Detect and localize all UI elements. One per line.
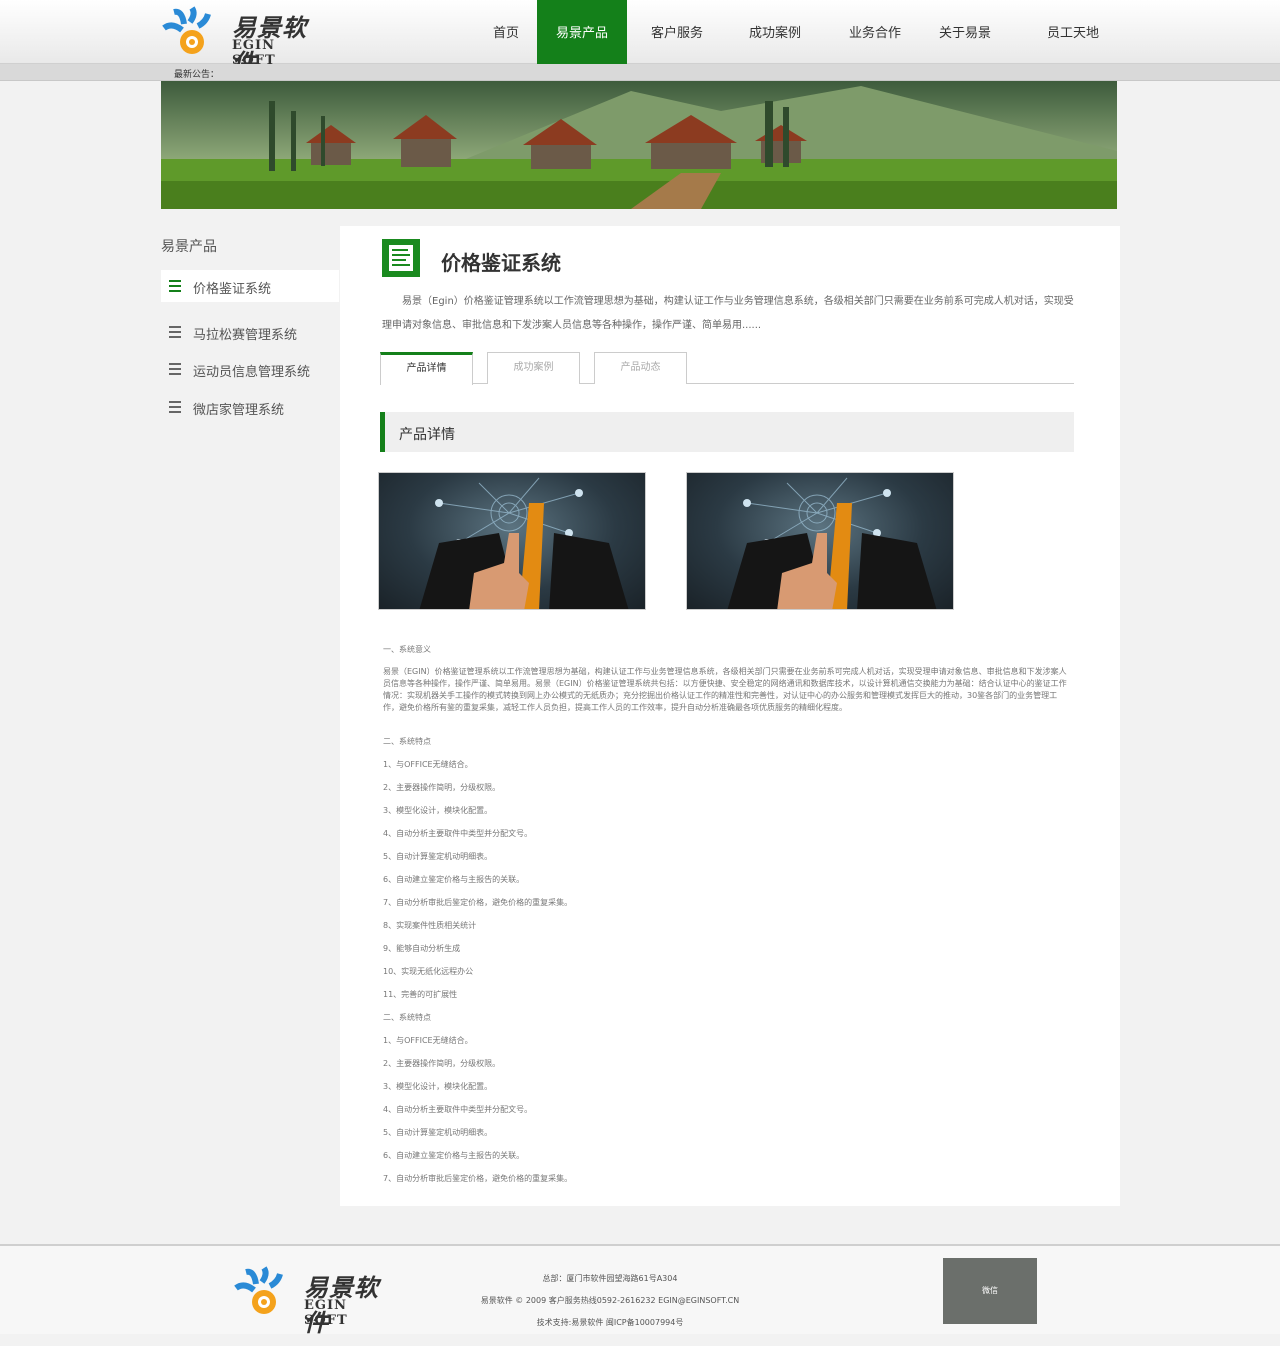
product-intro: 易景（Egin）价格鉴证管理系统以工作流管理思想为基础，构建认证工作与业务管理信…: [382, 296, 1074, 331]
nav-about[interactable]: 关于易景: [928, 0, 1002, 64]
list-item: 10、实现无纸化远程办公: [383, 967, 474, 976]
sidebar-item-label: 价格鉴证系统: [193, 282, 272, 297]
nav-cases[interactable]: 成功案例: [738, 0, 812, 64]
sidebar-item-microstore[interactable]: 微店家管理系统: [161, 391, 339, 423]
notice-label: 最新公告：: [174, 70, 220, 80]
section-header: 产品详情: [380, 412, 1074, 452]
body-heading: 一、系统意义: [383, 645, 431, 654]
sidebar-item-athlete[interactable]: 运动员信息管理系统: [161, 353, 339, 385]
list-item: 8、实现案件性质相关统计: [383, 921, 477, 930]
logo-text-en: EGIN SOFT: [304, 1298, 348, 1328]
list-item: 3、模型化设计，模块化配置。: [383, 806, 493, 815]
nav-cooperation[interactable]: 业务合作: [838, 0, 912, 64]
list-item: 1、与OFFICE无缝结合。: [383, 1036, 473, 1045]
list-icon: [169, 326, 181, 338]
wechat-qr[interactable]: 微信: [943, 1258, 1037, 1324]
footer-contact: 易景软件 © 2009 客户服务热线0592-2616232 EGIN@EGIN…: [480, 1296, 740, 1305]
notice-bar: 最新公告：: [0, 64, 1280, 81]
footer-logo[interactable]: 易景软件 EGIN SOFT: [232, 1266, 392, 1337]
logo-sun-icon: [234, 1266, 283, 1314]
logo-sun-icon: [162, 6, 211, 54]
list-icon: [169, 280, 181, 292]
site-header: 易景软件 EGIN SOFT 首页 易景产品 客户服务 成功案例 业务合作 关于…: [0, 0, 1280, 77]
list-item: 11、完善的可扩展性: [383, 990, 458, 999]
list-item: 4、自动分析主要取件中类型并分配文号。: [383, 829, 533, 838]
tab-success-cases[interactable]: 成功案例: [487, 352, 580, 384]
sidebar-item-marathon[interactable]: 马拉松赛管理系统: [161, 316, 339, 348]
document-icon: [382, 239, 420, 277]
list-item: 9、能够自动分析生成: [383, 944, 461, 953]
sidebar-title: 易景产品: [161, 239, 217, 255]
list-item: 2、主要器操作简明，分级权限。: [383, 783, 501, 792]
sidebar-item-label: 微店家管理系统: [193, 403, 285, 418]
banner-landscape-image: [161, 81, 1117, 209]
list-item: 1、与OFFICE无缝结合。: [383, 760, 473, 769]
list-item: 3、模型化设计，模块化配置。: [383, 1082, 493, 1091]
product-tabs: 产品详情 成功案例 产品动态: [380, 352, 1074, 385]
product-image-2: [686, 472, 954, 610]
page-title: 价格鉴证系统: [441, 251, 561, 275]
nav-staff[interactable]: 员工天地: [1036, 0, 1110, 64]
list-icon: [169, 401, 181, 413]
body-heading: 二、系统特点: [383, 737, 431, 746]
site-logo[interactable]: 易景软件 EGIN SOFT: [160, 6, 320, 77]
list-item: 6、自动建立鉴定价格与主报告的关联。: [383, 1151, 525, 1160]
list-item: 6、自动建立鉴定价格与主报告的关联。: [383, 875, 525, 884]
tab-product-details[interactable]: 产品详情: [380, 352, 473, 385]
body-heading: 二、系统特点: [383, 1013, 431, 1022]
sidebar-item-label: 运动员信息管理系统: [193, 365, 311, 380]
product-image-1: [378, 472, 646, 610]
sidebar-item-price-appraisal[interactable]: 价格鉴证系统: [161, 270, 339, 302]
list-item: 7、自动分析审批后鉴定价格，避免价格的重复采集。: [383, 898, 573, 907]
hero-banner: [161, 81, 1117, 209]
footer-info: 总部：厦门市软件园望海路61号A304 易景软件 © 2009 客户服务热线05…: [440, 1268, 780, 1334]
tab-product-news[interactable]: 产品动态: [594, 352, 687, 384]
nav-products[interactable]: 易景产品: [537, 0, 627, 64]
content-panel: 价格鉴证系统 易景（Egin）价格鉴证管理系统以工作流管理思想为基础，构建认证工…: [340, 226, 1120, 1206]
list-item: 2、主要器操作简明，分级权限。: [383, 1059, 501, 1068]
list-item: 5、自动计算鉴定机动明细表。: [383, 852, 493, 861]
footer-icp: 技术支持:易景软件 闽ICP备10007994号: [536, 1318, 684, 1327]
section-title: 产品详情: [399, 427, 455, 443]
nav-home[interactable]: 首页: [484, 0, 528, 64]
sidebar-item-label: 马拉松赛管理系统: [193, 328, 298, 343]
footer-address: 总部：厦门市软件园望海路61号A304: [542, 1274, 678, 1283]
list-item: 5、自动计算鉴定机动明细表。: [383, 1128, 493, 1137]
body-paragraph: 易景（EGIN）价格鉴证管理系统以工作流管理思想为基础，构建认证工作与业务管理信…: [383, 667, 1067, 712]
nav-service[interactable]: 客户服务: [640, 0, 714, 64]
site-footer: 易景软件 EGIN SOFT 总部：厦门市软件园望海路61号A304 易景软件 …: [0, 1244, 1280, 1337]
list-item: 4、自动分析主要取件中类型并分配文号。: [383, 1105, 533, 1114]
list-item: 7、自动分析审批后鉴定价格，避免价格的重复采集。: [383, 1174, 573, 1183]
list-icon: [169, 363, 181, 375]
